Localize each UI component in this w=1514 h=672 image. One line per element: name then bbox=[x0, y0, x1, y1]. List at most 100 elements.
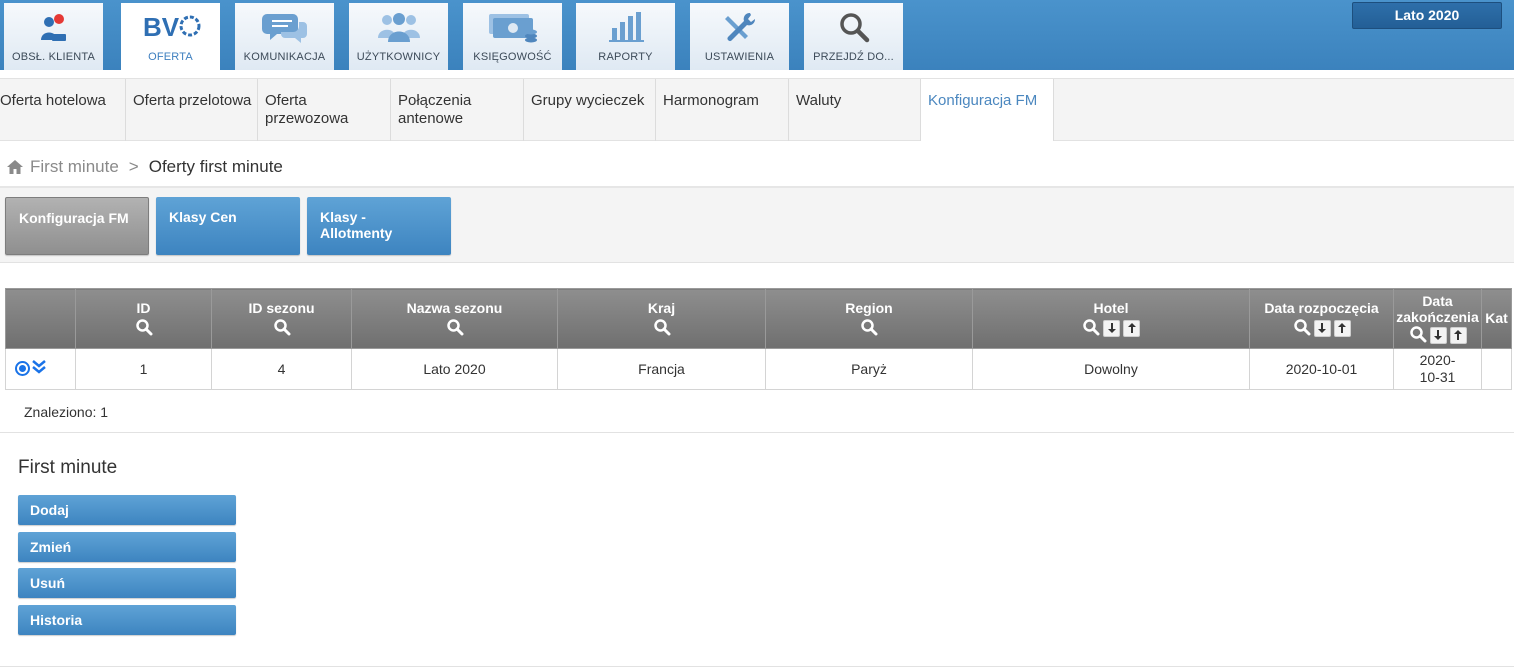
table-header-row: ID ID sezonu Nazwa sezonu Kraj Region Ho… bbox=[5, 288, 1512, 349]
cell-region: Paryż bbox=[765, 348, 973, 390]
users-icon bbox=[349, 9, 448, 45]
history-button[interactable]: Historia bbox=[18, 605, 236, 635]
breadcrumb-parent-link[interactable]: First minute bbox=[30, 157, 119, 177]
cell-id: 1 bbox=[75, 348, 212, 390]
main-tab-label: OFERTA bbox=[148, 51, 193, 63]
search-icon bbox=[804, 9, 903, 45]
panel-title: First minute bbox=[18, 457, 118, 478]
customer-service-icon bbox=[4, 9, 103, 45]
bv-logo-text: BV bbox=[143, 12, 180, 42]
cell-start-date: 2020-10-01 bbox=[1249, 348, 1394, 390]
filter-search-icon[interactable] bbox=[1293, 318, 1311, 339]
column-header-label: Kraj bbox=[647, 300, 676, 316]
column-header-id: ID bbox=[75, 288, 212, 349]
column-header-hotel: Hotel bbox=[972, 288, 1250, 349]
sub-tab-hotel-offer[interactable]: Oferta hotelowa bbox=[0, 79, 126, 141]
filter-search-icon[interactable] bbox=[653, 318, 671, 339]
cell-end-date: 2020-10-31 bbox=[1393, 348, 1482, 390]
column-header-label: Data zakończenia bbox=[1396, 293, 1479, 325]
column-header-label: Nazwa sezonu bbox=[406, 300, 503, 316]
column-header-label: Data rozpoczęcia bbox=[1264, 300, 1379, 316]
filter-search-icon[interactable] bbox=[273, 318, 291, 339]
column-header-label: ID bbox=[136, 300, 151, 316]
section-button-bar: Konfiguracja FM Klasy Cen Klasy - Allotm… bbox=[0, 188, 1514, 263]
cell-category bbox=[1481, 348, 1512, 390]
offers-table-wrapper: ID ID sezonu Nazwa sezonu Kraj Region Ho… bbox=[5, 288, 1512, 390]
main-tab-users[interactable]: UŻYTKOWNICY bbox=[349, 3, 448, 70]
filter-search-icon[interactable] bbox=[446, 318, 464, 339]
main-tab-customer-service[interactable]: OBSŁ. KLIENTA bbox=[4, 3, 103, 70]
main-tab-communication[interactable]: KOMUNIKACJA bbox=[235, 3, 334, 70]
sub-tab-transport-offer[interactable]: Oferta przewozowa bbox=[258, 79, 391, 141]
filter-search-icon[interactable] bbox=[1409, 325, 1427, 346]
sub-tab-currencies[interactable]: Waluty bbox=[789, 79, 921, 141]
sub-navigation: Oferta hotelowa Oferta przelotowa Oferta… bbox=[0, 78, 1514, 141]
results-count: Znaleziono: 1 bbox=[0, 390, 1514, 433]
column-header-region: Region bbox=[765, 288, 973, 349]
money-icon bbox=[463, 9, 562, 45]
main-tab-go-to[interactable]: PRZEJDŹ DO... bbox=[804, 3, 903, 70]
sub-tab-schedule[interactable]: Harmonogram bbox=[656, 79, 789, 141]
breadcrumb: First minute > Oferty first minute bbox=[0, 142, 1514, 188]
column-header-end-date: Data zakończenia bbox=[1393, 288, 1482, 349]
main-tab-label: UŻYTKOWNICY bbox=[356, 51, 441, 63]
filter-search-icon[interactable] bbox=[860, 318, 878, 339]
allotment-classes-button[interactable]: Klasy - Allotmenty bbox=[307, 197, 451, 255]
main-tab-offer[interactable]: BV OFERTA bbox=[121, 3, 220, 70]
cell-hotel: Dowolny bbox=[972, 348, 1250, 390]
main-tab-label: KSIĘGOWOŚĆ bbox=[473, 51, 552, 63]
main-tab-settings[interactable]: USTAWIENIA bbox=[690, 3, 789, 70]
sub-tab-connections[interactable]: Połączenia antenowe bbox=[391, 79, 524, 141]
column-header-start-date: Data rozpoczęcia bbox=[1249, 288, 1394, 349]
column-header-country: Kraj bbox=[557, 288, 766, 349]
row-select-radio[interactable] bbox=[15, 361, 30, 376]
column-header-label: Kat bbox=[1485, 310, 1508, 326]
bottom-divider bbox=[0, 666, 1514, 667]
cell-season-name: Lato 2020 bbox=[351, 348, 558, 390]
sort-descending-icon[interactable] bbox=[1313, 319, 1331, 337]
column-header-label: Hotel bbox=[1093, 300, 1129, 316]
main-tab-label: OBSŁ. KLIENTA bbox=[11, 51, 96, 63]
sort-ascending-icon[interactable] bbox=[1123, 319, 1140, 337]
filter-search-icon[interactable] bbox=[135, 318, 153, 339]
top-navigation-bar: OBSŁ. KLIENTA BV OFERTA KOMUNIKACJA UŻYT… bbox=[0, 0, 1514, 70]
row-select-cell bbox=[5, 348, 76, 390]
edit-button[interactable]: Zmień bbox=[18, 532, 236, 562]
home-icon[interactable] bbox=[6, 158, 24, 176]
sort-descending-icon[interactable] bbox=[1103, 319, 1120, 337]
column-header-season-name: Nazwa sezonu bbox=[351, 288, 558, 349]
breadcrumb-separator: > bbox=[128, 156, 139, 176]
fm-configuration-button[interactable]: Konfiguracja FM bbox=[5, 197, 149, 255]
cell-country: Francja bbox=[557, 348, 766, 390]
sort-ascending-icon[interactable] bbox=[1333, 319, 1351, 337]
offers-table: ID ID sezonu Nazwa sezonu Kraj Region Ho… bbox=[5, 288, 1512, 390]
filter-search-icon[interactable] bbox=[1082, 318, 1100, 339]
sub-tab-flight-offer[interactable]: Oferta przelotowa bbox=[126, 79, 258, 141]
column-header-category: Kat bbox=[1481, 288, 1512, 349]
season-selector[interactable]: Lato 2020 bbox=[1352, 2, 1502, 29]
breadcrumb-current: Oferty first minute bbox=[148, 156, 283, 176]
main-tab-accounting[interactable]: KSIĘGOWOŚĆ bbox=[463, 3, 562, 70]
column-header-label: Region bbox=[845, 300, 893, 316]
chat-icon bbox=[235, 9, 334, 45]
sort-ascending-icon[interactable] bbox=[1449, 326, 1467, 344]
sub-tab-fm-configuration[interactable]: Konfiguracja FM bbox=[920, 79, 1054, 141]
main-tab-label: PRZEJDŹ DO... bbox=[813, 51, 894, 63]
table-row[interactable]: 1 4 Lato 2020 Francja Paryż Dowolny 2020… bbox=[5, 348, 1512, 390]
column-header-label: ID sezonu bbox=[248, 300, 315, 316]
add-button[interactable]: Dodaj bbox=[18, 495, 236, 525]
bv-logo-icon: BV bbox=[121, 9, 220, 45]
main-tab-reports[interactable]: RAPORTY bbox=[576, 3, 675, 70]
bar-chart-icon bbox=[576, 9, 675, 45]
cell-season-id: 4 bbox=[211, 348, 352, 390]
sort-descending-icon[interactable] bbox=[1429, 326, 1447, 344]
expand-chevron-icon[interactable] bbox=[31, 359, 47, 378]
price-classes-button[interactable]: Klasy Cen bbox=[156, 197, 300, 255]
sub-tab-tour-groups[interactable]: Grupy wycieczek bbox=[524, 79, 656, 141]
column-header-season-id: ID sezonu bbox=[211, 288, 352, 349]
tools-icon bbox=[690, 9, 789, 45]
main-tab-label: KOMUNIKACJA bbox=[243, 51, 326, 63]
main-tab-label: RAPORTY bbox=[598, 51, 653, 63]
delete-button[interactable]: Usuń bbox=[18, 568, 236, 598]
select-column-header bbox=[5, 288, 76, 349]
